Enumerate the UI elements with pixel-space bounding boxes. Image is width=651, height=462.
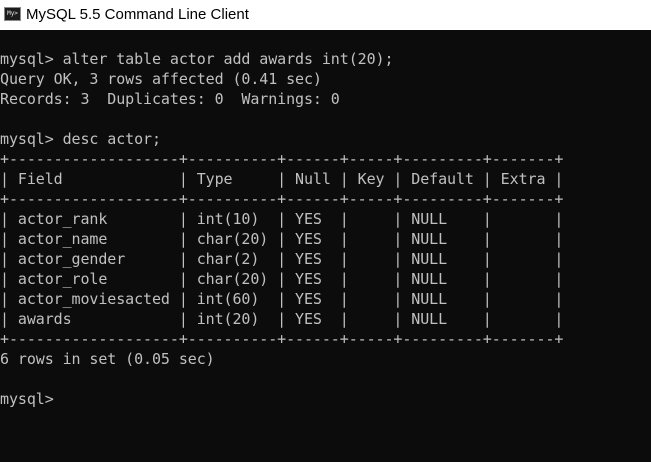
table-row: | actor_moviesacted | int(60) | YES | | … <box>0 290 564 308</box>
table-row: | actor_role | char(20) | YES | | NULL |… <box>0 270 564 288</box>
mysql-prompt[interactable]: mysql> <box>0 389 563 409</box>
table-border-line: +-------------------+----------+------+-… <box>0 190 564 208</box>
table-row: | actor_rank | int(10) | YES | | NULL | … <box>0 210 564 228</box>
result-summary: 6 rows in set (0.05 sec) <box>0 350 215 368</box>
console-output[interactable]: mysql> alter table actor add awards int(… <box>0 30 651 462</box>
mysql-console-icon: My> <box>4 7 21 21</box>
table-row: | actor_name | char(20) | YES | | NULL |… <box>0 230 564 248</box>
console-line: mysql> alter table actor add awards int(… <box>0 50 394 68</box>
table-border-line: +-------------------+----------+------+-… <box>0 150 564 168</box>
title-bar[interactable]: My> MySQL 5.5 Command Line Client <box>0 0 651 30</box>
console-line: mysql> desc actor; <box>0 130 161 148</box>
console-line: Query OK, 3 rows affected (0.41 sec) <box>0 70 322 88</box>
table-header-row: | Field | Type | Null | Key | Default | … <box>0 170 564 188</box>
console-window: My> MySQL 5.5 Command Line Client mysql>… <box>0 0 651 462</box>
console-lines: mysql> alter table actor add awards int(… <box>0 49 563 409</box>
console-line: Records: 3 Duplicates: 0 Warnings: 0 <box>0 90 340 108</box>
window-title: MySQL 5.5 Command Line Client <box>26 6 249 23</box>
table-border-line: +-------------------+----------+------+-… <box>0 330 564 348</box>
table-row: | actor_gender | char(2) | YES | | NULL … <box>0 250 564 268</box>
table-row: | awards | int(20) | YES | | NULL | | <box>0 310 564 328</box>
